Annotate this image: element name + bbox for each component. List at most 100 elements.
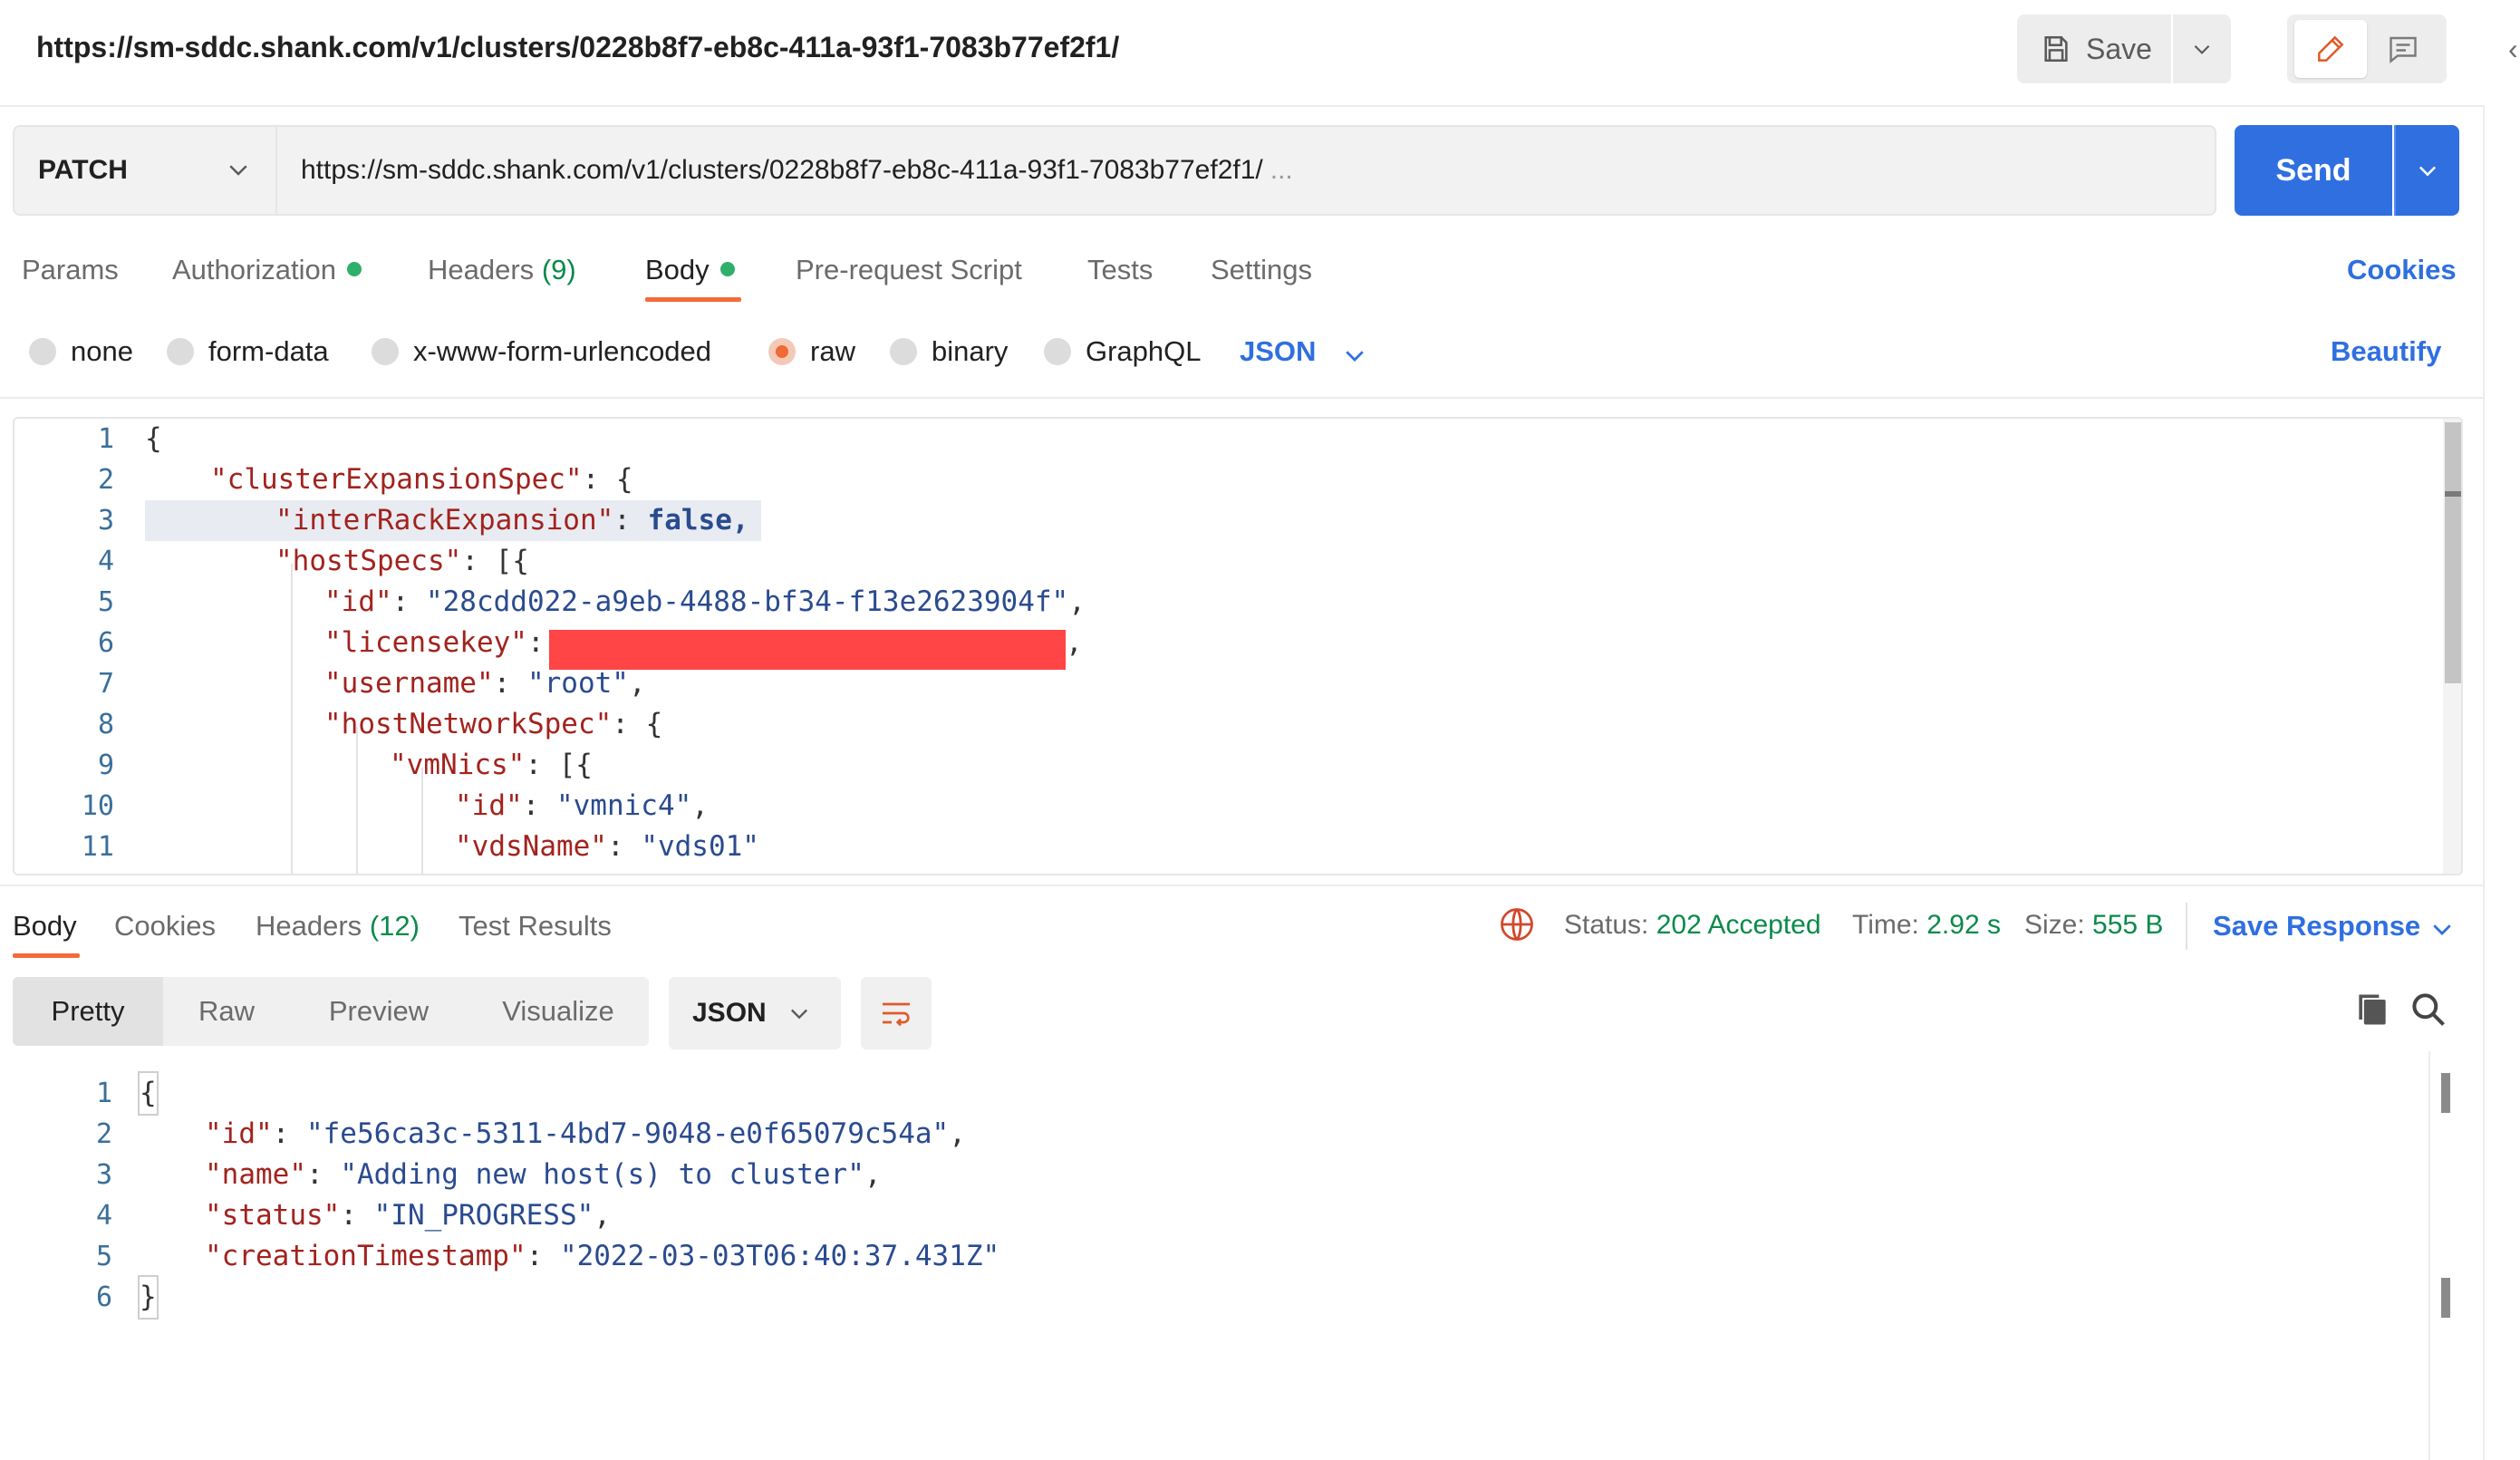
response-scrollbar-track[interactable] — [2428, 1051, 2430, 1460]
tab-params[interactable]: Params — [22, 254, 119, 286]
body-type-urlencoded[interactable]: x-www-form-urlencoded — [372, 335, 711, 368]
body-type-binary[interactable]: binary — [890, 335, 1008, 368]
radio-button[interactable] — [890, 338, 917, 365]
view-visualize-button[interactable]: Visualize — [468, 977, 649, 1046]
header-divider — [0, 105, 2483, 107]
response-tab-headers[interactable]: Headers (12) — [256, 910, 420, 943]
chevron-down-icon — [791, 1009, 807, 1020]
scrollbar-cursor-marker — [2445, 491, 2461, 497]
tab-tests[interactable]: Tests — [1087, 254, 1153, 286]
tab-authorization-label: Authorization — [172, 254, 336, 285]
request-title-url: https://sm-sddc.shank.com/v1/clusters/02… — [36, 31, 1120, 63]
radio-button-selected[interactable] — [768, 338, 796, 365]
line-number: 2 — [97, 464, 114, 496]
response-time: Time: 2.92 s — [1852, 910, 2001, 940]
wrap-lines-icon — [883, 1002, 910, 1027]
comment-icon — [2390, 36, 2417, 63]
line-number: 11 — [81, 831, 114, 863]
radio-button[interactable] — [29, 338, 56, 365]
editor-scrollbar-thumb[interactable] — [2445, 422, 2461, 683]
request-url-input[interactable]: https://sm-sddc.shank.com/v1/clusters/02… — [275, 125, 2216, 216]
line-number: 3 — [97, 505, 114, 537]
line-number: 8 — [97, 709, 114, 740]
chevron-down-icon — [229, 165, 247, 176]
copy-icon[interactable] — [2352, 990, 2392, 1030]
send-options-dropdown[interactable] — [2394, 125, 2459, 216]
response-scroll-marker — [2441, 1073, 2450, 1113]
line-number: 10 — [81, 790, 114, 822]
url-ellipsis: ... — [1270, 155, 1293, 185]
indent-guides — [291, 564, 423, 874]
body-type-form-data[interactable]: form-data — [167, 335, 329, 368]
response-body-viewer[interactable]: 1 2 3 4 5 6 { "id": "fe56ca3c-5311-4bd7-… — [13, 1071, 2450, 1320]
tab-settings[interactable]: Settings — [1211, 254, 1312, 286]
send-button[interactable]: Send — [2235, 125, 2392, 216]
response-size: Size: 555 B — [2024, 910, 2164, 940]
save-options-dropdown[interactable] — [2173, 15, 2231, 83]
tab-headers-count: (9) — [541, 254, 576, 285]
wrap-lines-button[interactable] — [861, 977, 932, 1049]
tab-authorization[interactable]: Authorization — [172, 254, 362, 286]
line-number: 4 — [97, 546, 114, 577]
collapse-panel-icon[interactable]: ‹ — [2508, 33, 2518, 66]
chevron-down-icon[interactable] — [1341, 342, 1368, 369]
beautify-button[interactable]: Beautify — [2331, 335, 2441, 368]
line-number: 9 — [97, 749, 114, 781]
response-tab-test-results[interactable]: Test Results — [459, 910, 612, 943]
code-line: , — [1066, 626, 1083, 659]
line-number: 7 — [97, 668, 114, 700]
tab-body[interactable]: Body — [645, 254, 735, 286]
response-tab-headers-count: (12) — [369, 910, 420, 942]
code-line: { — [138, 1071, 159, 1116]
response-tab-headers-label: Headers — [256, 910, 362, 942]
pencil-icon — [2318, 35, 2344, 62]
tab-headers[interactable]: Headers (9) — [428, 254, 576, 286]
view-pretty-button[interactable]: Pretty — [13, 977, 163, 1046]
body-type-none[interactable]: none — [29, 335, 133, 368]
body-type-form-data-label: form-data — [208, 335, 329, 367]
response-format-value: JSON — [692, 998, 767, 1028]
request-url-text: https://sm-sddc.shank.com/v1/clusters/02… — [301, 155, 1263, 185]
body-type-binary-label: binary — [932, 335, 1009, 367]
raw-format-select[interactable]: JSON — [1240, 335, 1316, 368]
network-globe-icon[interactable] — [1497, 904, 1537, 944]
status-dot — [346, 261, 362, 276]
body-type-raw[interactable]: raw — [768, 335, 855, 368]
body-type-graphql[interactable]: GraphQL — [1044, 335, 1202, 368]
radio-button[interactable] — [372, 338, 399, 365]
line-number: 5 — [95, 1241, 112, 1272]
line-number: 1 — [97, 423, 114, 455]
save-response-button[interactable]: Save Response — [2213, 910, 2420, 943]
active-tab-indicator — [13, 953, 80, 958]
code-line: } — [138, 1275, 159, 1320]
chevron-down-icon — [2194, 44, 2210, 54]
edit-mode-button[interactable] — [2294, 20, 2367, 78]
line-number: 6 — [97, 627, 114, 659]
chevron-down-icon[interactable] — [2428, 915, 2456, 943]
request-body-editor[interactable]: 1 2 3 4 5 6 7 8 9 10 11 { "clusterExpans… — [13, 417, 2463, 875]
body-type-graphql-label: GraphQL — [1086, 335, 1202, 367]
radio-button[interactable] — [1044, 338, 1071, 365]
comments-mode-button[interactable] — [2367, 20, 2439, 78]
status-dot — [719, 261, 735, 276]
section-divider — [0, 397, 2483, 399]
radio-button[interactable] — [167, 338, 194, 365]
tab-body-label: Body — [645, 254, 710, 285]
response-divider[interactable] — [0, 885, 2483, 886]
save-button[interactable]: Save — [2017, 15, 2171, 83]
view-raw-button[interactable]: Raw — [163, 977, 290, 1046]
line-number: 2 — [95, 1118, 112, 1150]
line-number: 6 — [95, 1281, 112, 1313]
code-line: "name": "Adding new host(s) to cluster", — [205, 1158, 882, 1191]
response-format-select[interactable]: JSON — [669, 977, 841, 1049]
view-preview-button[interactable]: Preview — [290, 977, 468, 1046]
code-line: "creationTimestamp": "2022-03-03T06:40:3… — [205, 1240, 1000, 1272]
tab-headers-label: Headers — [428, 254, 535, 285]
response-tab-cookies[interactable]: Cookies — [114, 910, 216, 943]
cookies-link[interactable]: Cookies — [2347, 254, 2457, 286]
tab-pre-request-script[interactable]: Pre-request Script — [796, 254, 1022, 286]
response-tab-body[interactable]: Body — [13, 910, 77, 943]
search-icon[interactable] — [2409, 990, 2448, 1030]
response-status: Status: 202 Accepted — [1564, 910, 1821, 940]
line-number: 4 — [95, 1200, 112, 1232]
